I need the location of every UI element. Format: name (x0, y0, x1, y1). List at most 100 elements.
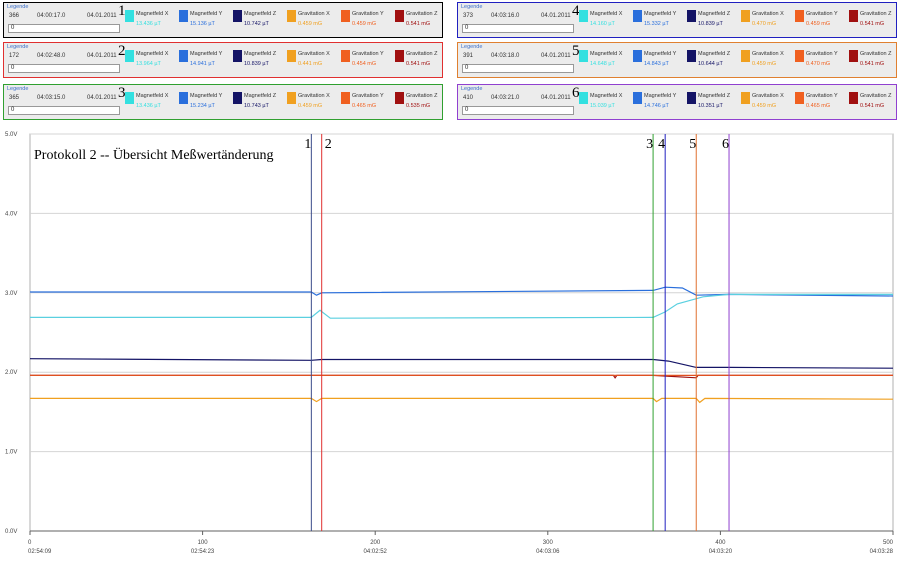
color-swatch (179, 92, 188, 104)
channel-value: 0.459 mG (752, 103, 777, 109)
legend-title: Legende (7, 4, 29, 10)
channel-name: Gravitation Z (860, 93, 892, 99)
legend-channel: Gravitation Y 0.454 mG (341, 50, 395, 74)
legend-input[interactable]: 0 (8, 64, 120, 73)
color-swatch (287, 92, 296, 104)
legend-box-6: Legende 410 04:03:21.0 04.01.2011 0 6 Magnetfe… (457, 84, 897, 120)
legend-channel: Gravitation X 0.441 mG (287, 50, 341, 74)
color-swatch (341, 10, 350, 22)
color-swatch (741, 50, 750, 62)
color-swatch (633, 50, 642, 62)
legend-title: Legende (461, 44, 483, 50)
y-tick-label: 0.0V (5, 529, 17, 535)
channel-value: 0.459 mG (752, 61, 777, 67)
color-swatch (125, 10, 134, 22)
legend-channel: Magnetfeld X 13.436 µT (125, 92, 179, 116)
channel-value: 0.459 mG (352, 21, 377, 27)
channel-name: Gravitation Y (352, 11, 384, 17)
color-swatch (341, 50, 350, 62)
channel-name: Magnetfeld Y (190, 51, 223, 57)
channel-value: 0.541 mG (860, 21, 885, 27)
legend-channel: Gravitation X 0.459 mG (741, 92, 795, 116)
legend-channel: Magnetfeld Y 15.332 µT (633, 10, 687, 34)
channel-value: 10.743 µT (244, 103, 269, 109)
color-swatch (233, 92, 242, 104)
legend-channel: Gravitation X 0.470 mG (741, 10, 795, 34)
legend-channel: Magnetfeld Y 15.234 µT (179, 92, 233, 116)
marker-label: 6 (722, 137, 729, 152)
legend-channel: Magnetfeld X 13.964 µT (125, 50, 179, 74)
legend-title: Legende (7, 86, 29, 92)
color-swatch (579, 50, 588, 62)
color-swatch (849, 50, 858, 62)
channel-name: Magnetfeld Z (244, 51, 277, 57)
color-swatch (125, 92, 134, 104)
y-tick-label: 4.0V (5, 211, 17, 217)
legend-date: 04.01.2011 (541, 53, 571, 59)
color-swatch (233, 50, 242, 62)
legend-input[interactable]: 0 (462, 64, 574, 73)
legend-input[interactable]: 0 (462, 106, 574, 115)
channel-name: Magnetfeld Z (698, 51, 731, 57)
color-swatch (579, 92, 588, 104)
legend-box-5: Legende 391 04:03:18.0 04.01.2011 0 5 Magnetfe… (457, 42, 897, 78)
channel-value: 10.742 µT (244, 21, 269, 27)
legend-input[interactable]: 0 (462, 24, 574, 33)
channel-value: 10.351 µT (698, 103, 723, 109)
legend-date: 04.01.2011 (87, 53, 117, 59)
legend-channel: Magnetfeld X 15.039 µT (579, 92, 633, 116)
legend-id: 366 (9, 13, 20, 19)
color-swatch (849, 10, 858, 22)
legend-time: 04:03:18.0 (491, 53, 520, 59)
channel-value: 10.644 µT (698, 61, 723, 67)
color-swatch (395, 10, 404, 22)
legend-channel: Magnetfeld Z 10.742 µT (233, 10, 287, 34)
channel-name: Gravitation Y (806, 11, 838, 17)
channel-name: Gravitation Y (352, 93, 384, 99)
legend-channel: Gravitation Z 0.541 mG (395, 10, 449, 34)
x-tick-time: 04:03:06 (536, 549, 560, 555)
channel-name: Magnetfeld Y (644, 51, 677, 57)
legend-channel: Magnetfeld Y 14.941 µT (179, 50, 233, 74)
channel-name: Magnetfeld Z (244, 11, 277, 17)
legend-channel: Magnetfeld X 14.648 µT (579, 50, 633, 74)
color-swatch (849, 92, 858, 104)
channel-name: Gravitation X (298, 11, 330, 17)
legend-date: 04.01.2011 (87, 95, 117, 101)
x-tick-time: 02:54:09 (28, 549, 52, 555)
legend-channel: Gravitation Y 0.459 mG (341, 10, 395, 34)
color-swatch (179, 10, 188, 22)
legend-channel: Gravitation Y 0.465 mG (341, 92, 395, 116)
x-tick-label: 300 (543, 540, 554, 546)
channel-name: Magnetfeld Y (190, 11, 223, 17)
legend-channel: Gravitation X 0.459 mG (741, 50, 795, 74)
legend-channel: Gravitation Y 0.470 mG (795, 50, 849, 74)
legend-channel: Magnetfeld Y 14.746 µT (633, 92, 687, 116)
legend-time: 04:03:16.0 (491, 13, 520, 19)
channel-name: Magnetfeld X (136, 11, 169, 17)
legend-time: 04:03:15.0 (37, 95, 66, 101)
legend-channel: Magnetfeld Z 10.839 µT (233, 50, 287, 74)
legend-date: 04.01.2011 (541, 95, 571, 101)
color-swatch (633, 92, 642, 104)
legend-channel: Magnetfeld Z 10.839 µT (687, 10, 741, 34)
legend-channel: Gravitation Y 0.465 mG (795, 92, 849, 116)
channel-name: Gravitation X (298, 51, 330, 57)
marker-label: 4 (658, 137, 665, 152)
color-swatch (179, 50, 188, 62)
legend-box-2: Legende 172 04:02:48.0 04.01.2011 0 2 Magnetfe… (3, 42, 443, 78)
channel-name: Magnetfeld Y (644, 93, 677, 99)
legend-box-1: Legende 366 04:00:17.0 04.01.2011 0 1 Magnetfe… (3, 2, 443, 38)
legend-input[interactable]: 0 (8, 24, 120, 33)
marker-label: 1 (304, 137, 311, 152)
channel-value: 0.459 mG (806, 21, 831, 27)
channel-value: 0.541 mG (406, 21, 431, 27)
legend-box-3: Legende 365 04:03:15.0 04.01.2011 0 3 Magnetfe… (3, 84, 443, 120)
channel-name: Magnetfeld Z (698, 93, 731, 99)
x-tick-label: 200 (370, 540, 381, 546)
legend-input[interactable]: 0 (8, 106, 120, 115)
channel-name: Gravitation Z (406, 51, 438, 57)
legend-channel: Gravitation X 0.459 mG (287, 92, 341, 116)
chart-title: Protokoll 2 -- Übersicht Meßwertänderung (34, 146, 274, 163)
legend-channel: Gravitation Z 0.541 mG (849, 50, 900, 74)
